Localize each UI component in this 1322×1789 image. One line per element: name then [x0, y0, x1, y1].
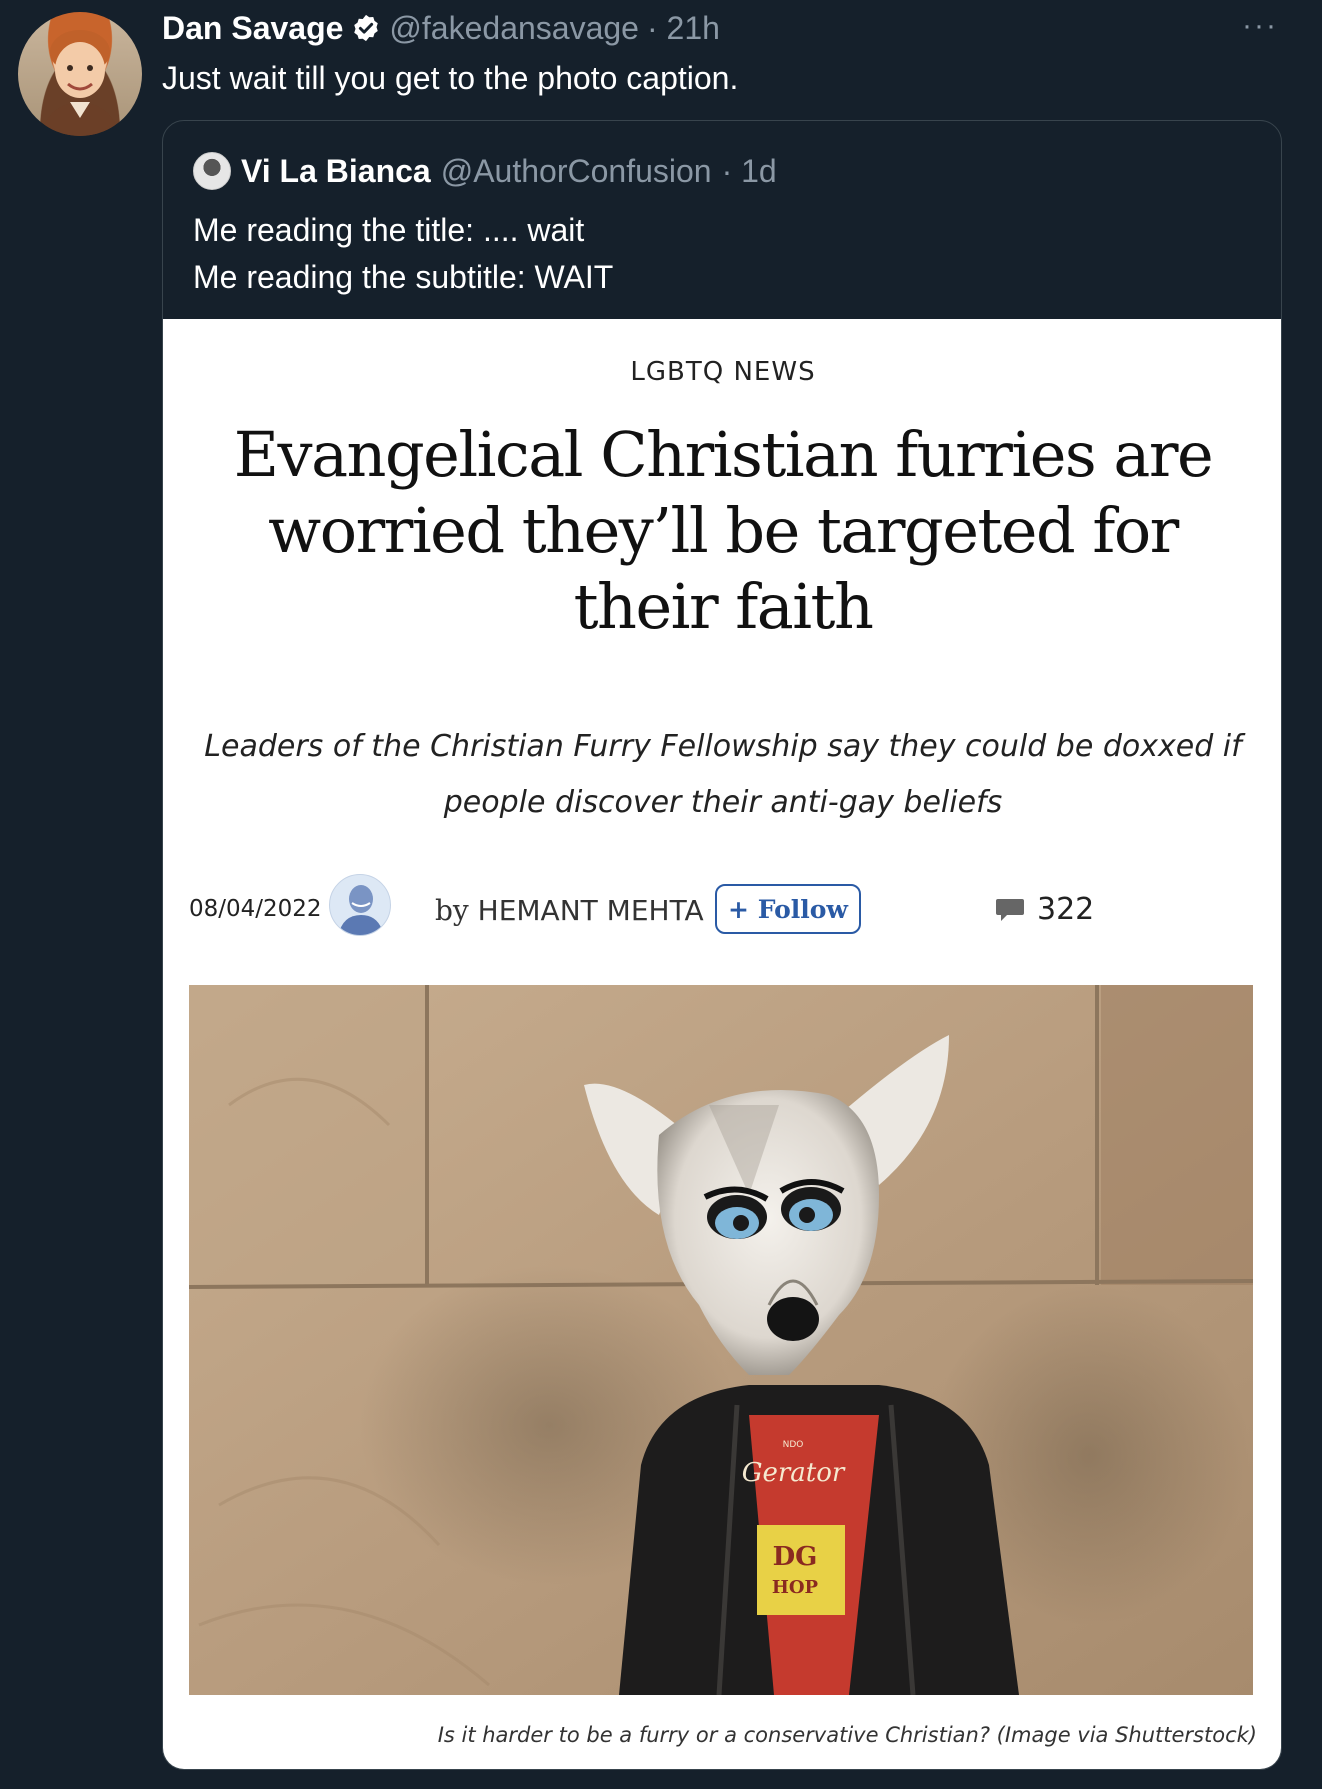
comment-bubble-icon: [996, 898, 1024, 921]
author-name[interactable]: HEMANT MEHTA: [478, 894, 704, 927]
tweet-author-handle[interactable]: @fakedansavage: [389, 8, 639, 48]
quoted-tweet-text: Me reading the title: .... wait Me readi…: [193, 207, 613, 301]
shirt-bottom2-text: HOP: [772, 1577, 819, 1598]
article-byline: 08/04/2022 by HEMANT MEHTA + Follow 322: [189, 874, 1259, 944]
quoted-tweet-header: Vi La Bianca @AuthorConfusion · 1d: [193, 151, 777, 191]
shirt-brand-text: Gerator: [742, 1458, 846, 1488]
quoted-text-line: Me reading the subtitle: WAIT: [193, 259, 614, 295]
photo-caption: Is it harder to be a furry or a conserva…: [437, 1723, 1257, 1747]
quoted-author-avatar[interactable]: [193, 152, 231, 190]
quoted-tweet[interactable]: Vi La Bianca @AuthorConfusion · 1d Me re…: [162, 120, 1282, 1770]
avatar-portrait: [40, 30, 120, 136]
article-headline: Evangelical Christian furries are worrie…: [233, 418, 1214, 643]
tweet-text: Just wait till you get to the photo capt…: [162, 60, 739, 96]
article-author: by HEMANT MEHTA: [435, 894, 704, 927]
follow-button[interactable]: + Follow: [715, 884, 861, 934]
author-avatar: [329, 874, 391, 936]
tweet-author-avatar[interactable]: [18, 12, 142, 136]
quoted-text-line: Me reading the title: .... wait: [193, 212, 585, 248]
tweet-author-name[interactable]: Dan Savage: [162, 8, 343, 48]
article-date: 08/04/2022: [189, 896, 322, 922]
quoted-timestamp[interactable]: · 1d: [722, 151, 777, 191]
article-subtitle: Leaders of the Christian Furry Fellowshi…: [204, 729, 1242, 820]
furry-costume-image: Gerator NDO DG HOP: [189, 985, 1253, 1695]
article-photo[interactable]: Gerator NDO DG HOP: [189, 985, 1253, 1695]
article-section-label: LGBTQ NEWS: [630, 357, 816, 387]
article-screenshot[interactable]: LGBTQ NEWS Evangelical Christian furries…: [163, 319, 1281, 1769]
comment-count[interactable]: 322: [995, 892, 1094, 927]
shirt-small-text: NDO: [783, 1440, 804, 1450]
more-options-icon[interactable]: ···: [1242, 11, 1278, 41]
shirt-bottom-text: DG: [773, 1542, 818, 1572]
verified-badge-icon: [351, 13, 381, 43]
comment-count-value: 322: [1037, 892, 1095, 927]
quoted-author-name[interactable]: Vi La Bianca: [241, 151, 431, 191]
by-label: by: [435, 894, 469, 927]
quoted-author-handle[interactable]: @AuthorConfusion: [441, 151, 712, 191]
tweet-timestamp[interactable]: · 21h: [647, 8, 720, 48]
tweet-header: Dan Savage @fakedansavage · 21h: [162, 8, 1282, 48]
